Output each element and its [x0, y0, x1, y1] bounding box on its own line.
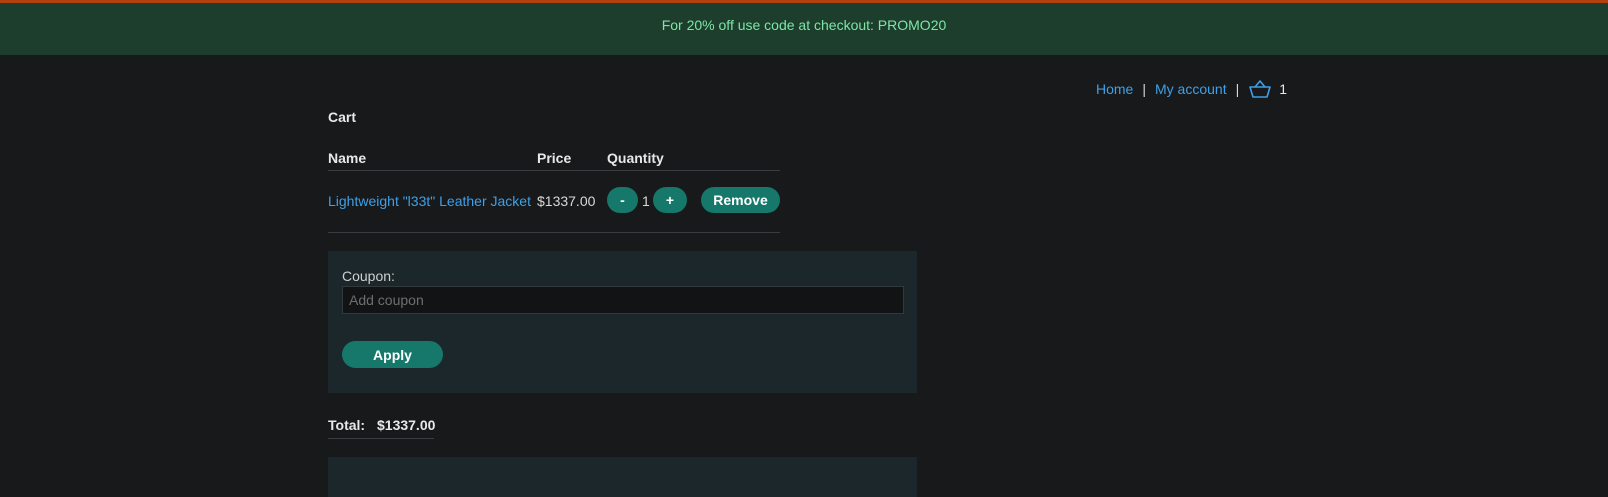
- cart-count: 1: [1279, 81, 1288, 97]
- cart-table: Name Price Quantity Lightweight "l33t" L…: [328, 145, 780, 233]
- increase-quantity-button[interactable]: +: [653, 187, 687, 213]
- coupon-label: Coupon:: [342, 268, 395, 284]
- quantity-value: 1: [642, 193, 650, 209]
- my-account-link[interactable]: My account: [1155, 81, 1227, 97]
- decrease-quantity-button[interactable]: -: [607, 187, 638, 213]
- checkout-panel: [328, 457, 917, 497]
- coupon-input[interactable]: [342, 286, 904, 314]
- column-header-quantity: Quantity: [607, 150, 664, 166]
- basket-icon[interactable]: [1249, 80, 1272, 98]
- apply-coupon-button[interactable]: Apply: [342, 341, 443, 368]
- cart-total: Total: $1337.00: [328, 417, 436, 439]
- total-value: $1337.00: [377, 417, 436, 433]
- cart-table-header: Name Price Quantity: [328, 145, 780, 171]
- nav-separator: |: [1235, 81, 1240, 97]
- nav-separator: |: [1142, 81, 1146, 97]
- column-header-price: Price: [537, 150, 572, 166]
- total-label: Total:: [328, 417, 366, 433]
- remove-item-button[interactable]: Remove: [701, 187, 780, 213]
- cart-item-row: Lightweight "l33t" Leather Jacket $1337.…: [328, 171, 780, 233]
- promo-banner: For 20% off use code at checkout: PROMO2…: [0, 3, 1608, 55]
- column-header-name: Name: [328, 150, 367, 166]
- coupon-form: Coupon: Apply: [328, 251, 917, 393]
- cart-heading: Cart: [328, 109, 357, 125]
- home-link[interactable]: Home: [1096, 81, 1133, 97]
- promo-banner-text: For 20% off use code at checkout: PROMO2…: [661, 17, 947, 33]
- product-link[interactable]: Lightweight "l33t" Leather Jacket: [328, 193, 531, 209]
- top-navigation: Home | My account | 1: [1096, 80, 1287, 98]
- product-price: $1337.00: [537, 193, 596, 209]
